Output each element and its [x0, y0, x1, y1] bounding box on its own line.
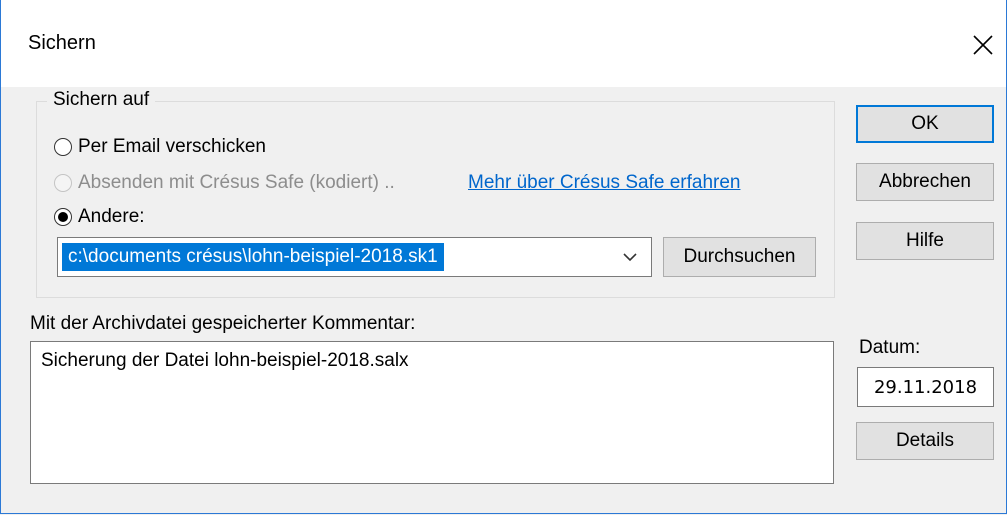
- window-title: Sichern: [28, 32, 96, 54]
- details-button[interactable]: Details: [856, 422, 994, 460]
- radio-cresus-safe: Absenden mit Crésus Safe (kodiert) ..: [54, 172, 395, 194]
- title-bar: Sichern: [1, 0, 1006, 87]
- radio-cresus-safe-indicator: [54, 174, 72, 192]
- comment-label: Mit der Archivdatei gespeicherter Kommen…: [30, 313, 416, 334]
- browse-button[interactable]: Durchsuchen: [663, 237, 816, 277]
- cancel-button[interactable]: Abbrechen: [856, 163, 994, 201]
- cresus-safe-info-link[interactable]: Mehr über Crésus Safe erfahren: [468, 172, 740, 194]
- radio-other-indicator[interactable]: [54, 208, 72, 226]
- chevron-down-icon[interactable]: [621, 248, 639, 266]
- path-combobox-value[interactable]: c:\documents crésus\lohn-beispiel-2018.s…: [62, 243, 444, 271]
- group-legend: Sichern auf: [47, 89, 156, 111]
- ok-button[interactable]: OK: [856, 105, 994, 143]
- date-label: Datum:: [859, 337, 921, 358]
- radio-other[interactable]: Andere:: [54, 206, 145, 228]
- dialog-window: Sichern Sichern auf Per Email verschicke…: [0, 0, 1007, 514]
- path-combobox[interactable]: c:\documents crésus\lohn-beispiel-2018.s…: [57, 237, 652, 277]
- radio-cresus-safe-label: Absenden mit Crésus Safe (kodiert) ..: [78, 172, 395, 193]
- radio-email[interactable]: Per Email verschicken: [54, 136, 266, 158]
- radio-other-label: Andere:: [78, 206, 145, 227]
- help-button[interactable]: Hilfe: [856, 222, 994, 260]
- date-field[interactable]: 29.11.2018: [857, 367, 994, 407]
- radio-email-label: Per Email verschicken: [78, 136, 266, 157]
- radio-email-indicator[interactable]: [54, 138, 72, 156]
- comment-textarea[interactable]: Sicherung der Datei lohn-beispiel-2018.s…: [30, 341, 834, 484]
- close-icon[interactable]: [966, 28, 1000, 62]
